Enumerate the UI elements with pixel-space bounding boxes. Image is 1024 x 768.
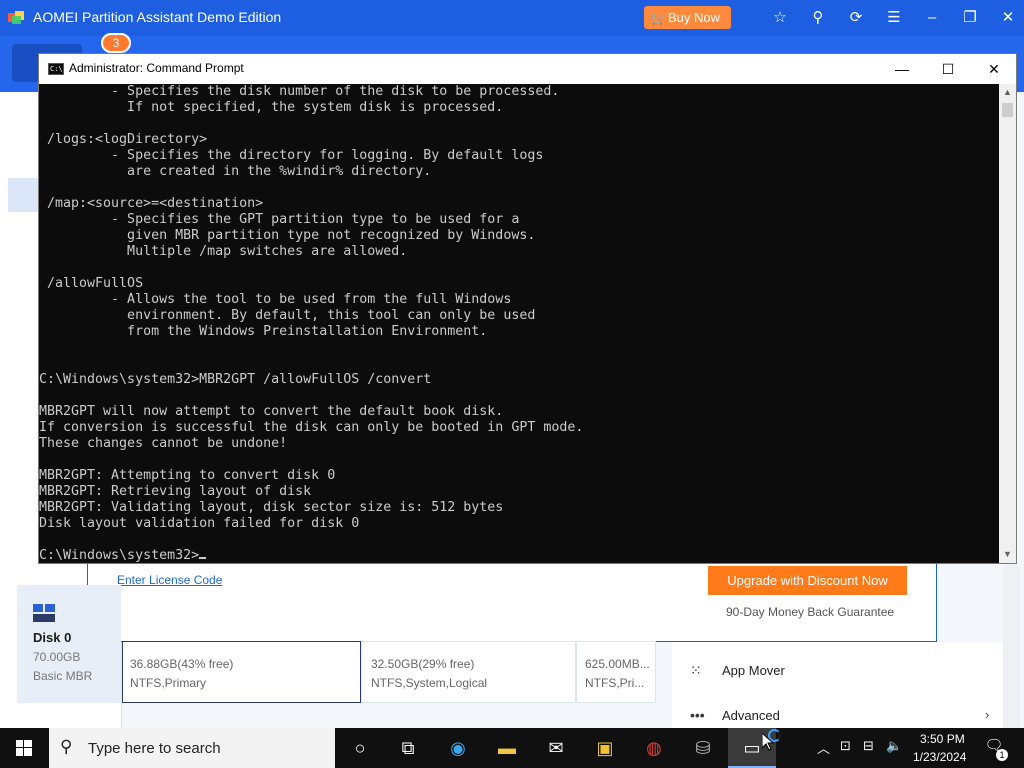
scroll-down-icon[interactable]: ▼ <box>999 546 1016 563</box>
clock-date[interactable]: 1/23/2024 <box>913 750 966 764</box>
buy-now-label: Buy Now <box>668 10 721 25</box>
cortana-icon[interactable]: ○ <box>336 728 384 768</box>
cmd-close-button[interactable]: ✕ <box>971 54 1017 84</box>
device-icon[interactable]: ⊡ <box>840 738 851 754</box>
menu-item-advanced[interactable]: Advanced <box>722 708 780 723</box>
disk-type: Basic MBR <box>33 669 93 683</box>
mouse-pointer-icon <box>762 733 774 751</box>
chevron-right-icon[interactable]: › <box>985 707 989 722</box>
buy-now-button[interactable]: 🛒 Buy Now <box>644 6 731 29</box>
partition-size: 625.00MB... <box>585 657 650 671</box>
scroll-up-icon[interactable]: ▲ <box>999 84 1016 101</box>
edge-icon[interactable]: ◉ <box>434 728 482 768</box>
partition-block[interactable] <box>361 641 576 703</box>
refresh-icon[interactable]: ⟳ <box>846 8 866 28</box>
network-icon[interactable]: ⊟ <box>863 738 874 754</box>
notification-badge: 3 <box>101 33 131 53</box>
cmd-window-title: Administrator: Command Prompt <box>69 61 244 75</box>
aomei-logo-icon <box>8 11 24 24</box>
cmd-scrollbar[interactable]: ▲ ▼ <box>999 84 1016 563</box>
clock-time[interactable]: 3:50 PM <box>920 732 965 746</box>
mail-icon[interactable]: ✉ <box>532 728 580 768</box>
key-icon[interactable]: ⚲ <box>808 8 828 28</box>
partition-size: 32.50GB(29% free) <box>371 657 475 671</box>
partition-block[interactable] <box>576 641 656 703</box>
cmd-app-icon: C:\ <box>48 63 64 75</box>
aomei-window-title: AOMEI Partition Assistant Demo Edition <box>33 9 282 25</box>
star-icon[interactable]: ☆ <box>770 8 790 28</box>
command-prompt-window[interactable]: C:\ Administrator: Command Prompt — ☐ ✕ … <box>38 53 1017 564</box>
cmd-maximize-button[interactable]: ☐ <box>925 54 971 84</box>
console-output-area[interactable]: - Specifies the disk number of the disk … <box>39 84 999 563</box>
menu-icon[interactable]: ☰ <box>884 8 904 28</box>
restore-icon[interactable]: ❐ <box>960 8 980 28</box>
search-placeholder: Type here to search <box>88 740 221 757</box>
partition-assistant-icon[interactable]: ⛁ <box>679 728 727 768</box>
guarantee-text: 90-Day Money Back Guarantee <box>726 605 895 619</box>
partition-type: NTFS,Pri... <box>585 676 645 690</box>
file-explorer-icon[interactable]: ▬ <box>483 728 531 768</box>
grid-dots-icon: ⁙ <box>690 662 702 678</box>
disk-name: Disk 0 <box>33 630 72 645</box>
volume-muted-icon[interactable]: 🔈 <box>886 738 902 754</box>
task-view-icon[interactable]: ⧉ <box>384 728 432 768</box>
close-icon: ✕ <box>988 61 1000 77</box>
disk-size: 70.00GB <box>33 650 81 664</box>
minimize-icon: — <box>895 61 909 77</box>
partition-type: NTFS,System,Logical <box>371 676 488 690</box>
cmd-titlebar[interactable]: C:\ Administrator: Command Prompt — ☐ ✕ <box>39 54 1016 84</box>
notification-count: 1 <box>996 749 1008 761</box>
minimize-icon[interactable]: – <box>922 8 942 28</box>
partition-size: 36.88GB(43% free) <box>130 657 234 671</box>
more-dots-icon: ••• <box>690 707 705 723</box>
start-button[interactable] <box>0 728 48 768</box>
partition-type: NTFS,Primary <box>130 676 206 690</box>
store-icon[interactable]: ▣ <box>581 728 629 768</box>
menu-item-app-mover[interactable]: App Mover <box>722 663 785 678</box>
windows-logo-icon <box>16 740 32 756</box>
enter-license-link[interactable]: Enter License Code <box>117 573 222 587</box>
upgrade-button[interactable]: Upgrade with Discount Now <box>708 566 907 595</box>
console-output: - Specifies the disk number of the disk … <box>39 84 584 563</box>
disk-icon <box>33 604 55 622</box>
chrome-icon[interactable]: ◍ <box>630 728 678 768</box>
cart-icon: 🛒 <box>651 10 668 25</box>
cmd-minimize-button[interactable]: — <box>879 54 925 84</box>
scroll-thumb[interactable] <box>1002 103 1013 117</box>
maximize-icon: ☐ <box>941 61 955 77</box>
partition-block[interactable] <box>122 641 361 703</box>
chevron-up-icon[interactable]: ︿ <box>817 738 830 757</box>
search-icon: ⚲ <box>60 737 73 756</box>
close-icon[interactable]: ✕ <box>998 8 1018 28</box>
aomei-scrollbar[interactable] <box>1003 565 1020 728</box>
text-cursor <box>199 557 207 559</box>
